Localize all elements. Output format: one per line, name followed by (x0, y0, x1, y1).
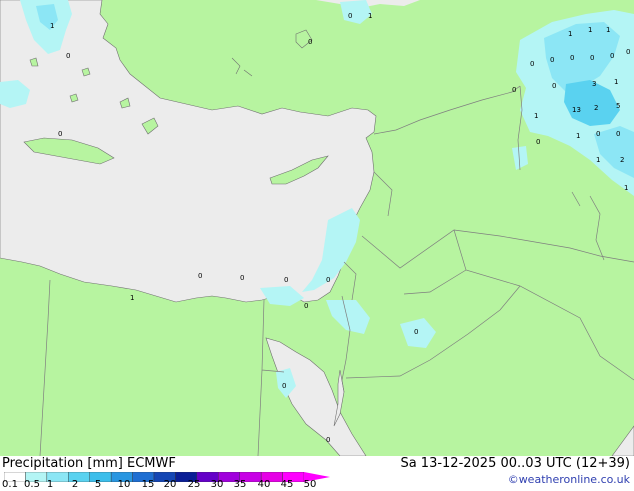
map-label: 0 (536, 138, 540, 146)
map-label: 1 (624, 184, 628, 192)
map-label: 1 (568, 30, 572, 38)
map-label: 0 (616, 130, 620, 138)
map-label: 5 (616, 102, 620, 110)
map-label: 1 (50, 22, 54, 30)
map-label: 1 (606, 26, 610, 34)
map-label: 1 (368, 12, 372, 20)
map-label: 0 (326, 276, 330, 284)
map-label: 1 (614, 78, 618, 86)
scale-tick-label: 25 (187, 479, 201, 490)
map-label: 0 (58, 130, 62, 138)
map-label: 1 (534, 112, 538, 120)
map-label: 0 (610, 52, 614, 60)
map-label: 0 (626, 48, 630, 56)
map-label: 0 (530, 60, 534, 68)
map-label: 0 (512, 86, 516, 94)
map-label: 0 (550, 56, 554, 64)
scale-tick-labels: 0.1 0.5 1 2 5 10 15 20 25 30 35 40 45 50 (0, 479, 330, 491)
map-label: 1 (576, 132, 580, 140)
scale-tick-label: 10 (117, 479, 131, 490)
map-label: 0 (596, 130, 600, 138)
scale-tick-label: 40 (257, 479, 271, 490)
map-label: 0 (198, 272, 202, 280)
scale-tick-label: 35 (233, 479, 247, 490)
map-label: 0 (326, 436, 330, 444)
map-label: 0 (552, 82, 556, 90)
scale-tick-label: 20 (163, 479, 177, 490)
scale-tick-label: 45 (280, 479, 294, 490)
precipitation-map: 1 0 1 0 1 1 1 0 0 0 0 0 0 0 0 3 1 0 13 2… (0, 0, 634, 457)
map-label: 0 (66, 52, 70, 60)
scale-tick-label: 0.5 (24, 479, 40, 490)
map-label: 2 (594, 104, 598, 112)
map-label: 1 (130, 294, 134, 302)
map-label: 0 (414, 328, 418, 336)
scale-tick-label: 15 (141, 479, 155, 490)
map-label: 0 (348, 12, 352, 20)
map-label: 0 (240, 274, 244, 282)
map-label: 13 (572, 106, 581, 114)
scale-tick-label: 5 (94, 479, 102, 490)
map-label: 0 (570, 54, 574, 62)
scale-tick-label: 50 (303, 479, 317, 490)
credit-link[interactable]: ©weatheronline.co.uk (508, 473, 630, 486)
map-label: 2 (620, 156, 624, 164)
map-label: 1 (588, 26, 592, 34)
map-label: 3 (592, 80, 596, 88)
legend-footer: Precipitation [mm] ECMWF Sa 13-12-2025 0… (0, 456, 634, 490)
map-label: 0 (308, 38, 312, 46)
forecast-datetime: Sa 13-12-2025 00..03 UTC (12+39) (400, 456, 630, 471)
map-label: 0 (590, 54, 594, 62)
map-title: Precipitation [mm] ECMWF (2, 456, 176, 471)
scale-tick-label: 1 (46, 479, 54, 490)
map-label: 0 (282, 382, 286, 390)
scale-tick-label: 0.1 (2, 479, 18, 490)
scale-tick-label: 2 (71, 479, 79, 490)
scale-tick-label: 30 (210, 479, 224, 490)
map-label: 0 (284, 276, 288, 284)
map-label: 1 (596, 156, 600, 164)
map-label: 0 (304, 302, 308, 310)
